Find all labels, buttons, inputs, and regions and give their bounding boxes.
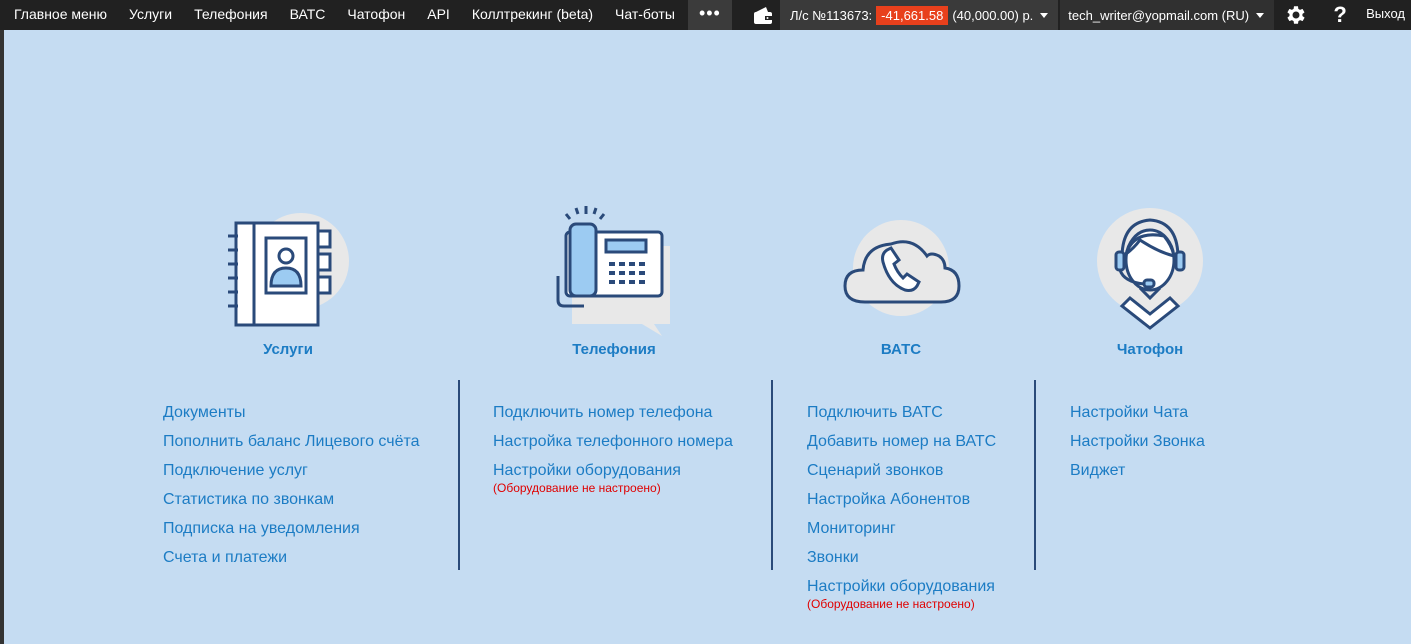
user-email: tech_writer@yopmail.com (RU) [1068,7,1250,23]
help-icon: ? [1333,2,1347,27]
card-telephony[interactable]: Телефония [544,206,684,358]
link-widget[interactable]: Виджет [1070,461,1205,481]
more-menu-button[interactable]: ••• [687,0,732,30]
link-calls[interactable]: Звонки [807,548,996,568]
card-chatofon[interactable]: Чатофон [1080,206,1220,358]
column-divider [771,380,773,570]
settings-button[interactable] [1274,0,1318,30]
link-phone-number-settings[interactable]: Настройка телефонного номера [493,432,733,452]
link-vats-equipment-settings[interactable]: Настройки оборудования [807,577,996,597]
card-title-telephony[interactable]: Телефония [544,341,684,358]
card-services[interactable]: Услуги [218,206,358,358]
link-equipment-settings[interactable]: Настройки оборудования [493,461,733,481]
card-vats[interactable]: ВАТС [831,206,971,358]
link-monitoring[interactable]: Мониторинг [807,519,996,539]
credit-limit: (40,000.00) р. [952,7,1034,23]
card-title-services[interactable]: Услуги [218,341,358,358]
top-navbar: Главное меню Услуги Телефония ВАТС Чатоф… [0,0,1411,30]
link-call-scenario[interactable]: Сценарий звонков [807,461,996,481]
card-title-vats[interactable]: ВАТС [831,341,971,358]
services-links: Документы Пополнить баланс Лицевого счёт… [163,403,420,577]
balance-badge: -41,661.58 [876,5,949,25]
desk-phone-icon [556,206,670,336]
link-connect-vats[interactable]: Подключить ВАТС [807,403,996,423]
link-call-statistics[interactable]: Статистика по звонкам [163,490,420,510]
more-dots-icon: ••• [698,3,721,23]
wallet-button[interactable] [746,0,780,30]
link-documents[interactable]: Документы [163,403,420,423]
chevron-down-icon [1256,12,1265,18]
link-connect-services[interactable]: Подключение услуг [163,461,420,481]
nav-vats[interactable]: ВАТС [279,0,337,30]
column-divider [458,380,460,570]
nav-services[interactable]: Услуги [118,0,183,30]
gear-icon [1287,6,1305,24]
link-top-up-balance[interactable]: Пополнить баланс Лицевого счёта [163,432,420,452]
account-balance-dropdown[interactable]: Л/с №113673: -41,661.58 (40,000.00) р. [779,0,1059,30]
equipment-warning: (Оборудование не настроено) [493,481,661,495]
link-notification-subscription[interactable]: Подписка на уведомления [163,519,420,539]
help-button[interactable]: ? [1318,0,1362,30]
link-subscribers-settings[interactable]: Настройка Абонентов [807,490,996,510]
column-divider [1034,380,1036,570]
equipment-settings-group: Настройки оборудования (Оборудование не … [493,461,733,495]
wallet-icon [753,7,772,24]
nav-main-menu[interactable]: Главное меню [0,0,118,30]
contacts-book-icon [228,213,349,327]
chatofon-links: Настройки Чата Настройки Звонка Виджет [1070,403,1205,490]
vats-equipment-warning: (Оборудование не настроено) [807,597,975,611]
main-content: Услуги Телефония ВАТС Чатофон Документы … [4,30,1411,644]
telephony-links: Подключить номер телефона Настройка теле… [493,403,733,504]
logout-link[interactable]: Выход [1362,0,1411,30]
user-menu-dropdown[interactable]: tech_writer@yopmail.com (RU) [1060,0,1275,30]
nav-chatbots[interactable]: Чат-боты [604,0,686,30]
vats-links: Подключить ВАТС Добавить номер на ВАТС С… [807,403,996,620]
link-chat-settings[interactable]: Настройки Чата [1070,403,1205,423]
vats-equipment-settings-group: Настройки оборудования (Оборудование не … [807,577,996,611]
cloud-phone-icon [843,220,961,316]
nav-calltracking[interactable]: Коллтрекинг (beta) [461,0,604,30]
link-add-number-vats[interactable]: Добавить номер на ВАТС [807,432,996,452]
link-connect-phone-number[interactable]: Подключить номер телефона [493,403,733,423]
link-invoices-payments[interactable]: Счета и платежи [163,548,420,568]
account-label: Л/с №113673: [789,7,873,23]
operator-headset-icon [1097,208,1203,330]
chevron-down-icon [1040,12,1049,18]
nav-telephony[interactable]: Телефония [183,0,278,30]
link-call-settings[interactable]: Настройки Звонка [1070,432,1205,452]
nav-chatofon[interactable]: Чатофон [336,0,416,30]
nav-api[interactable]: API [416,0,461,30]
card-title-chatofon[interactable]: Чатофон [1080,341,1220,358]
